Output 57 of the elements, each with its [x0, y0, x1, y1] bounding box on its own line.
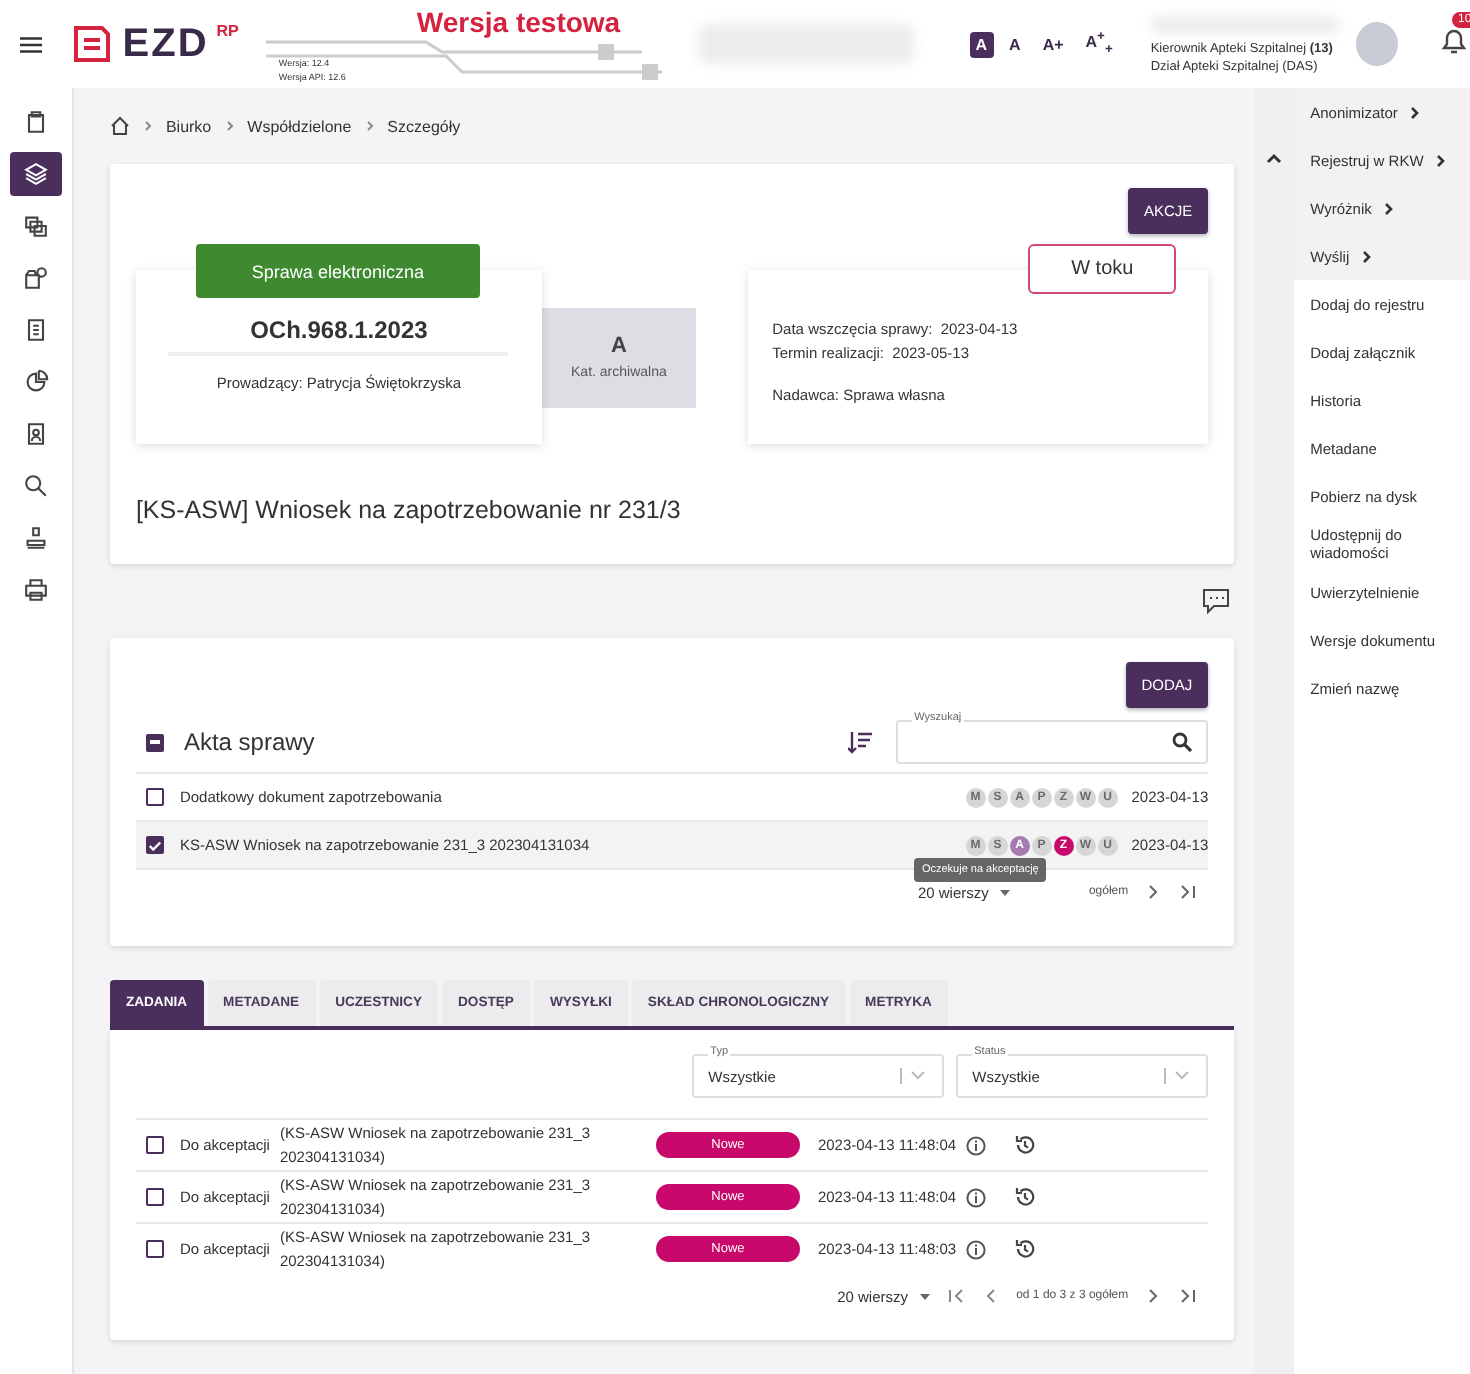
first-page-icon[interactable]: [948, 1288, 965, 1304]
logo-icon: [70, 22, 115, 66]
info-icon[interactable]: [966, 1239, 987, 1259]
checkbox[interactable]: [145, 1240, 164, 1258]
info-icon[interactable]: [966, 1135, 987, 1155]
layers-icon[interactable]: [21, 160, 50, 188]
font-size-button[interactable]: A: [1003, 31, 1027, 57]
checkbox[interactable]: [145, 788, 164, 806]
logo-superscript: RP: [216, 22, 239, 40]
select-all-checkbox[interactable]: [145, 733, 164, 751]
chevron-right-icon: [1383, 201, 1394, 215]
checkbox[interactable]: [145, 836, 164, 854]
font-size-button[interactable]: A+: [1036, 31, 1070, 57]
comment-icon[interactable]: [1202, 588, 1231, 614]
history-icon[interactable]: [1014, 1238, 1037, 1260]
stamp-icon[interactable]: [21, 524, 50, 552]
archive-category: A: [610, 334, 627, 358]
test-version-label: Wersja testowa: [416, 6, 621, 38]
printer-icon[interactable]: [21, 576, 50, 604]
menu-icon[interactable]: [20, 35, 43, 53]
checkbox[interactable]: [145, 1136, 164, 1154]
caret-icon[interactable]: [920, 1294, 931, 1301]
caret-icon[interactable]: [1000, 890, 1011, 897]
sort-icon[interactable]: [848, 730, 873, 754]
collapse-icon[interactable]: [1266, 152, 1283, 164]
history-icon[interactable]: [1014, 1186, 1037, 1208]
sidebar-item[interactable]: [10, 152, 62, 196]
logo-text: EZD: [122, 22, 209, 66]
history-icon[interactable]: [1014, 1134, 1037, 1156]
case-title: [KS-ASW] Wniosek na zapotrzebowanie nr 231/3: [135, 496, 683, 524]
chevron-right-icon: [1361, 249, 1372, 263]
last-page-icon[interactable]: [1180, 884, 1197, 900]
next-page-icon[interactable]: [1146, 884, 1163, 900]
search-icon[interactable]: [1172, 732, 1193, 752]
font-size-button[interactable]: A: [969, 31, 994, 57]
checkbox[interactable]: [145, 1188, 164, 1206]
documents-icon[interactable]: [21, 212, 50, 240]
pie-chart-icon[interactable]: [21, 368, 50, 396]
previous-page-icon[interactable]: [982, 1288, 999, 1304]
search-icon[interactable]: [21, 472, 50, 500]
chevron-right-icon: [1435, 153, 1446, 167]
home-icon[interactable]: [109, 116, 130, 136]
case-type-badge: Sprawa elektroniczna: [195, 244, 480, 298]
breadcrumb-link[interactable]: Współdzielone: [247, 117, 352, 135]
chevron-right-icon: [225, 120, 234, 132]
case-status: W toku: [1028, 244, 1177, 294]
last-page-icon[interactable]: [1180, 1288, 1197, 1304]
section-title: Akta sprawy: [183, 728, 315, 756]
chevron-right-icon: [143, 120, 152, 132]
folder-icon[interactable]: [21, 264, 50, 292]
info-icon[interactable]: [966, 1187, 987, 1207]
next-page-icon[interactable]: [1146, 1288, 1163, 1304]
chevron-right-icon: [365, 120, 374, 132]
chevron-right-icon: [1409, 105, 1420, 119]
case-number: OCh.968.1.2023: [168, 316, 509, 356]
breadcrumb-link[interactable]: Biurko: [165, 117, 212, 135]
breadcrumb-link[interactable]: Szczegóły: [387, 117, 461, 135]
